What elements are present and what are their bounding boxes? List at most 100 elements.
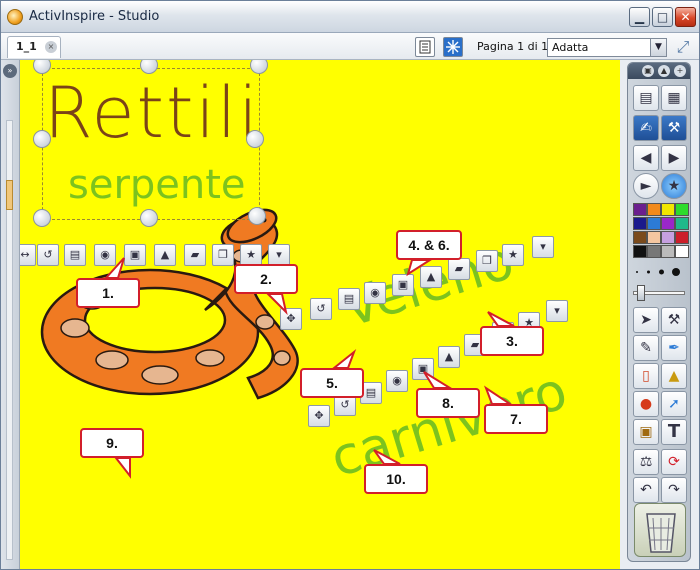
bring-forward-icon-3[interactable]: ▲ (438, 346, 460, 368)
color-swatch[interactable] (647, 217, 661, 230)
lock-icon[interactable]: ◉ (94, 244, 116, 266)
toolbox-pin-icon[interactable]: ▣ (642, 65, 654, 77)
group-icon[interactable]: ▣ (124, 244, 146, 266)
move-handle-icon[interactable]: ↔ (20, 244, 36, 266)
color-swatch[interactable] (661, 245, 675, 258)
page-browser-icon[interactable]: ▤ (633, 85, 659, 111)
clear-icon[interactable]: ⚖ (633, 449, 659, 475)
object-properties-icon[interactable]: ▤ (64, 244, 86, 266)
handwriting-icon[interactable]: ✍ (633, 115, 659, 141)
bring-forward-icon-2[interactable]: ▲ (420, 266, 442, 288)
move-handle-icon-3[interactable]: ✥ (308, 405, 330, 427)
settings-icon[interactable]: ⚒ (661, 115, 687, 141)
more-options-icon-2[interactable]: ▾ (532, 236, 554, 258)
redo-icon[interactable]: ↷ (661, 477, 687, 503)
resize-handle-bl[interactable] (33, 209, 51, 227)
page-prev-icon[interactable]: ◀ (633, 145, 659, 171)
expand-browser-icon[interactable]: » (3, 64, 17, 78)
color-swatch[interactable] (647, 231, 661, 244)
connector-icon[interactable]: ➚ (661, 391, 687, 417)
undo-icon[interactable]: ↶ (633, 477, 659, 503)
activinspire-app-icon (7, 9, 23, 25)
color-swatch[interactable] (633, 245, 647, 258)
color-swatch[interactable] (661, 217, 675, 230)
toolbox-header: ▣ ▲ + (628, 63, 690, 79)
color-swatch[interactable] (633, 203, 647, 216)
object-properties-icon-2[interactable]: ▤ (338, 288, 360, 310)
pen-width-slider[interactable] (633, 285, 685, 301)
toolbox-add-icon[interactable]: + (674, 65, 686, 77)
browser-side-bar: » (1, 60, 20, 569)
lock-icon-3[interactable]: ◉ (386, 370, 408, 392)
pen-icon[interactable]: ✎ (633, 335, 659, 361)
window-title: ActivInspire - Studio (29, 9, 160, 24)
eraser-icon[interactable]: ▯ (633, 363, 659, 389)
page-indicator: Pagina 1 di 1 (477, 40, 549, 53)
select-pointer-icon[interactable]: ➤ (633, 307, 659, 333)
resize-handle-right[interactable] (246, 130, 264, 148)
maximize-button[interactable]: □ (652, 7, 673, 27)
color-swatch[interactable] (633, 217, 647, 230)
color-swatch[interactable] (661, 231, 675, 244)
page-next-icon[interactable]: ▶ (661, 145, 687, 171)
duplicate-icon[interactable]: ❐ (212, 244, 234, 266)
flipchart-tab[interactable]: 1_1 × (7, 36, 61, 58)
color-swatch[interactable] (661, 203, 675, 216)
clapper-icon[interactable]: ▣ (633, 419, 659, 445)
fullscreen-icon[interactable]: ⤢ (672, 37, 694, 57)
color-swatch[interactable] (647, 203, 661, 216)
trash-icon[interactable] (634, 503, 686, 557)
close-button[interactable]: ✕ (675, 7, 696, 27)
favorite-icon-2[interactable]: ★ (502, 244, 524, 266)
callout-9: 9. (80, 428, 144, 458)
fill-bucket-icon[interactable]: ▲ (661, 363, 687, 389)
flipchart-tab-bar: 1_1 × Pagina 1 di 1 Adatta ▼ ⤢ (1, 33, 699, 60)
more-options-icon[interactable]: ▾ (268, 244, 290, 266)
left-scrollbar-thumb[interactable] (6, 180, 13, 210)
object-browser-icon[interactable]: ▦ (661, 85, 687, 111)
globe-icon[interactable]: ★ (661, 173, 687, 199)
object-menu-icon[interactable]: ↺ (37, 244, 59, 266)
color-swatch[interactable] (675, 245, 689, 258)
reset-icon[interactable]: ⟳ (661, 449, 687, 475)
send-backward-icon-2[interactable]: ▰ (448, 258, 470, 280)
play-icon[interactable]: ► (633, 173, 659, 199)
snowflake-icon[interactable] (443, 37, 463, 57)
lock-icon-2[interactable]: ◉ (364, 282, 386, 304)
color-swatch[interactable] (633, 231, 647, 244)
highlighter-icon[interactable]: ✒ (661, 335, 687, 361)
shape-icon[interactable]: ● (633, 391, 659, 417)
resize-handle-bottom[interactable] (140, 209, 158, 227)
flipchart-canvas[interactable]: Rettili serpente Veleno carnivoro ↔ ↺ ▤ … (20, 60, 620, 569)
tools-icon[interactable]: ⚒ (661, 307, 687, 333)
group-icon-2[interactable]: ▣ (392, 274, 414, 296)
tab-close-icon[interactable]: × (45, 41, 57, 53)
color-swatch[interactable] (675, 231, 689, 244)
favorite-icon[interactable]: ★ (240, 244, 262, 266)
activinspire-window: ActivInspire - Studio ▁ □ ✕ 1_1 × Pagina… (0, 0, 700, 570)
selection-box[interactable] (42, 68, 260, 220)
main-toolbox: ▣ ▲ + ▤ ▦ ✍ ⚒ ◀ ▶ ► ★ ➤ ⚒ ✎ ✒ ▯ ▲ ● ➚ ▣ … (627, 62, 691, 562)
callout-7: 7. (484, 404, 548, 434)
slider-thumb[interactable] (637, 285, 645, 301)
color-swatch[interactable] (675, 203, 689, 216)
page-view-icon[interactable] (415, 37, 435, 57)
zoom-select[interactable]: Adatta ▼ (547, 38, 667, 57)
send-backward-icon[interactable]: ▰ (184, 244, 206, 266)
pen-width-dots[interactable] (634, 265, 686, 279)
text-icon[interactable]: T (661, 419, 687, 445)
move-handle-icon-2[interactable]: ✥ (280, 308, 302, 330)
toolbox-collapse-icon[interactable]: ▲ (658, 65, 670, 77)
resize-handle-left[interactable] (33, 130, 51, 148)
bring-forward-icon[interactable]: ▲ (154, 244, 176, 266)
chevron-down-icon[interactable]: ▼ (650, 39, 666, 56)
callout-2: 2. (234, 264, 298, 294)
more-options-icon-3[interactable]: ▾ (546, 300, 568, 322)
object-menu-icon-2[interactable]: ↺ (310, 298, 332, 320)
minimize-button[interactable]: ▁ (629, 7, 650, 27)
color-swatch[interactable] (647, 245, 661, 258)
group-icon-3[interactable]: ▣ (412, 358, 434, 380)
color-swatch[interactable] (675, 217, 689, 230)
rotate-handle[interactable] (248, 207, 266, 225)
duplicate-icon-2[interactable]: ❐ (476, 250, 498, 272)
